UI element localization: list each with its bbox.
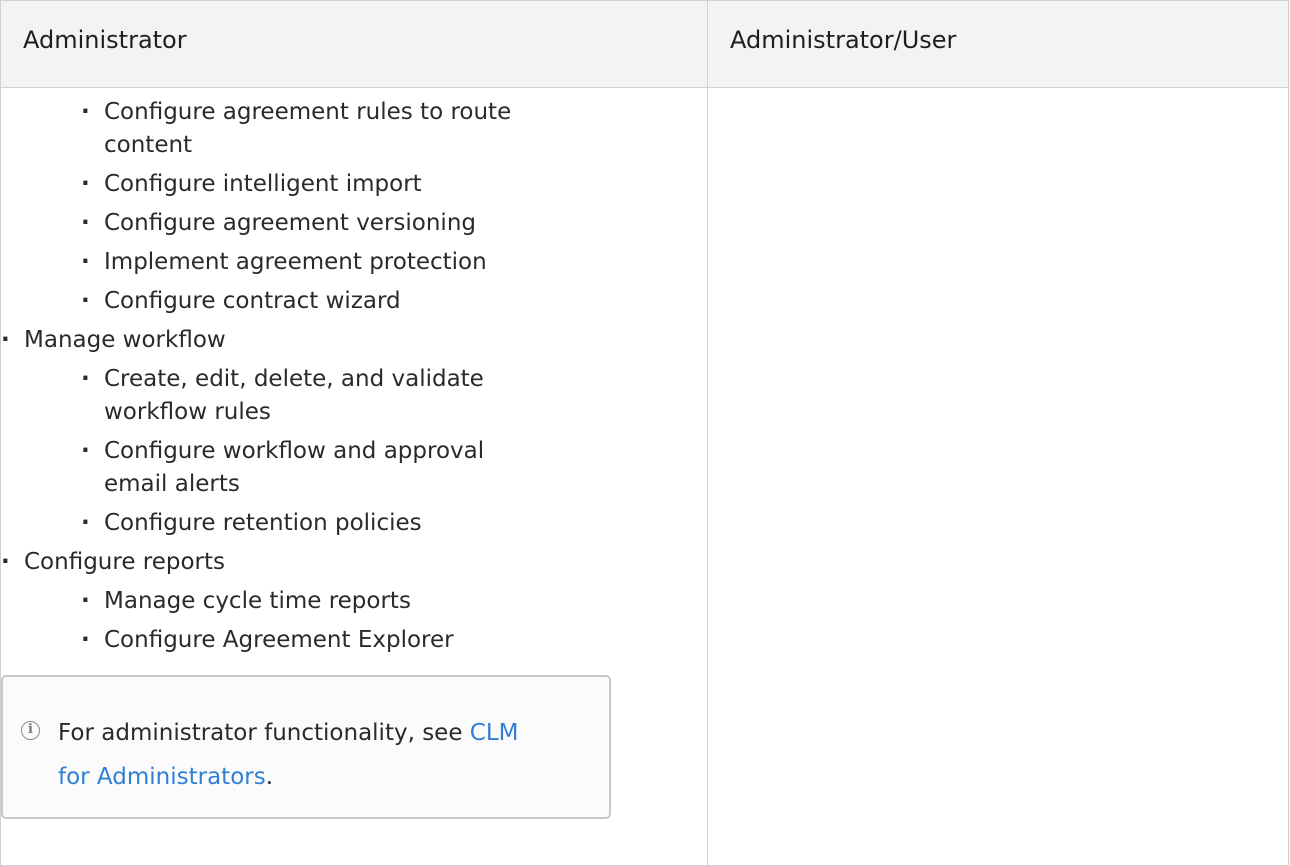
- info-note-text: For administrator functionality, see: [58, 720, 470, 746]
- list-item: · Configure workflow and approval email al…: [1, 435, 707, 501]
- administrator-user-cell: [707, 87, 1289, 866]
- bullet-icon: ·: [81, 588, 90, 614]
- list-item: · Configure agreement versioning: [1, 207, 707, 240]
- bullet-icon: ·: [81, 366, 90, 392]
- list-item: · Manage cycle time reports: [1, 585, 707, 618]
- list-item: · Implement agreement protection: [1, 246, 707, 279]
- roles-table: Administrator Administrator/User · Config…: [0, 0, 1289, 866]
- bullet-icon: ·: [81, 210, 90, 236]
- bullet-icon: ·: [81, 438, 90, 464]
- header-administrator-user: Administrator/User: [707, 0, 1289, 88]
- info-circle-icon: i: [21, 721, 40, 740]
- list-item: · Configure agreement rules to route conte…: [1, 96, 707, 162]
- bullet-icon: ·: [81, 627, 90, 653]
- list-item: · Configure intelligent import: [1, 168, 707, 201]
- info-note: i For administrator functionality, see C…: [1, 675, 611, 819]
- bullet-icon: ·: [81, 171, 90, 197]
- list-item: · Manage workflow: [1, 324, 707, 357]
- bullet-icon: ·: [1, 549, 10, 575]
- capability-list: · Configure agreement rules to route conte…: [1, 96, 707, 657]
- bullet-icon: ·: [81, 288, 90, 314]
- bullet-icon: ·: [1, 327, 10, 353]
- list-item: · Create, edit, delete, and validate workf…: [1, 363, 707, 429]
- table-header-row: Administrator Administrator/User: [0, 0, 1289, 88]
- list-item: · Configure Agreement Explorer: [1, 624, 707, 657]
- administrator-cell: · Configure agreement rules to route conte…: [0, 87, 708, 866]
- table-row: · Configure agreement rules to route conte…: [0, 87, 1289, 866]
- bullet-icon: ·: [81, 249, 90, 275]
- list-item: · Configure retention policies: [1, 507, 707, 540]
- list-item: · Configure contract wizard: [1, 285, 707, 318]
- bullet-icon: ·: [81, 99, 90, 125]
- bullet-icon: ·: [81, 510, 90, 536]
- list-item: · Configure reports: [1, 546, 707, 579]
- header-administrator: Administrator: [0, 0, 708, 88]
